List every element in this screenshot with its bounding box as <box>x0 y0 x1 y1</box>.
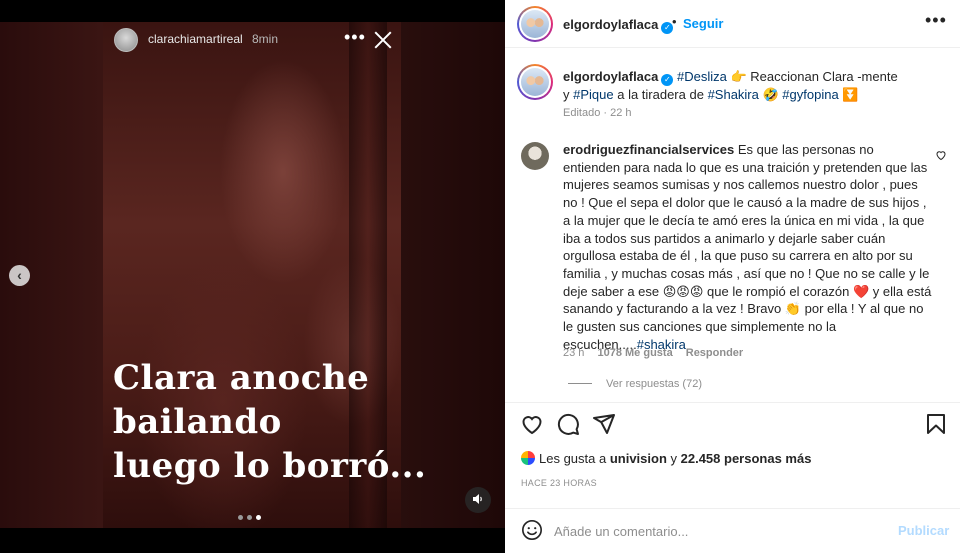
hashtag-desliza[interactable]: #Desliza <box>677 69 727 84</box>
story-caption-line-1: Clara anoche <box>113 358 370 398</box>
post-panel: elgordoylaflaca ✓ • Seguir ••• elgordoyla… <box>505 0 960 553</box>
carousel-dot-active <box>256 515 261 520</box>
caption-avatar[interactable] <box>517 64 553 100</box>
story-caption-line-2: bailando <box>113 402 282 442</box>
heart-icon[interactable] <box>520 412 544 436</box>
reply-button[interactable]: Responder <box>686 347 743 359</box>
verified-icon: ✓ <box>661 74 674 86</box>
commenter-avatar[interactable] <box>521 142 549 170</box>
commenter-username[interactable]: erodriguezfinancialservices <box>563 142 734 157</box>
comment-meta: 23 h 1078 Me gusta Responder <box>563 347 753 359</box>
header-separator: • <box>672 14 677 29</box>
caption-username[interactable]: elgordoylaflaca <box>563 69 658 84</box>
post-time: HACE 23 HORAS <box>521 478 597 488</box>
liker-avatar <box>521 451 535 465</box>
likes-others[interactable]: 22.458 personas más <box>681 451 812 466</box>
more-options-icon[interactable]: ••• <box>925 10 947 31</box>
post-header: elgordoylaflaca ✓ • Seguir ••• <box>505 0 960 48</box>
comment-time: 23 h <box>563 347 585 359</box>
comment-likes[interactable]: 1078 Me gusta <box>597 347 672 359</box>
story-caption: Clara anoche bailando luego lo borró... <box>113 356 427 488</box>
caption-text: elgordoylaflaca ✓ #Desliza 👉 Reaccionan C… <box>563 69 898 102</box>
story-caption-line-3: luego lo borró... <box>113 446 427 486</box>
story-avatar[interactable] <box>114 28 138 52</box>
comment-icon[interactable] <box>556 412 580 436</box>
comment-composer: Publicar <box>505 508 960 553</box>
account-avatar[interactable] <box>517 6 553 42</box>
caption-emoji: 👉 <box>730 69 747 84</box>
caption-emoji: 🤣 <box>758 87 783 102</box>
carousel-dot <box>238 515 243 520</box>
close-icon[interactable] <box>372 29 394 51</box>
hashtag-shakira[interactable]: #Shakira <box>708 87 759 102</box>
comment-text: erodriguezfinancialservices Es que las p… <box>563 142 932 352</box>
story-more-icon[interactable]: ••• <box>344 27 366 48</box>
carousel-dot <box>247 515 252 520</box>
publish-button[interactable]: Publicar <box>898 523 949 538</box>
view-replies[interactable]: Ver respuestas (72) <box>568 378 702 390</box>
carousel-dots <box>238 507 265 520</box>
liker-name[interactable]: univision <box>610 451 667 466</box>
emoji-icon[interactable] <box>521 519 543 541</box>
bookmark-icon[interactable] <box>924 412 948 436</box>
chevron-left-icon[interactable]: ‹ <box>9 265 30 286</box>
hashtag-pique[interactable]: #Pique <box>573 87 613 102</box>
caption-emoji: ⏬ <box>838 87 859 102</box>
action-bar <box>505 402 960 442</box>
comment-input[interactable] <box>554 521 874 541</box>
account-name[interactable]: elgordoylaflaca ✓ <box>563 16 674 34</box>
story-header: clarachiamartireal 8min ••• <box>114 26 399 54</box>
sound-icon[interactable] <box>465 487 491 513</box>
media-viewer: clarachiamartireal 8min ••• Clara anoche… <box>0 0 505 553</box>
caption-meta: Editado · 22 h <box>563 107 632 119</box>
comment-like-heart-icon[interactable] <box>935 149 947 164</box>
hashtag-gyfopina[interactable]: #gyfopina <box>782 87 838 102</box>
share-icon[interactable] <box>592 412 616 436</box>
follow-button[interactable]: Seguir <box>683 16 723 31</box>
story-username[interactable]: clarachiamartireal <box>148 32 243 46</box>
likes-summary: Les gusta a univision y 22.458 personas … <box>521 451 811 466</box>
story-time: 8min <box>252 32 279 46</box>
